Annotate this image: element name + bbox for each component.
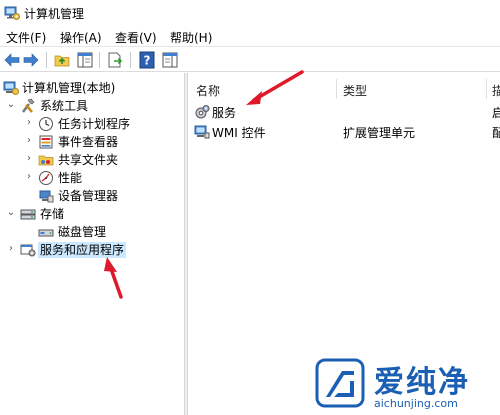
performance-icon [39, 171, 53, 185]
tree-label: 共享文件夹 [58, 153, 119, 167]
toolbar: ? [0, 46, 500, 72]
services-gear-icon [195, 105, 210, 119]
window-title: 计算机管理 [24, 7, 85, 21]
tree-label: 服务和应用程序 [38, 242, 127, 258]
tree-item-device-manager[interactable]: 设备管理器 [0, 187, 184, 205]
toolbar-separator [46, 52, 47, 68]
column-divider[interactable] [336, 79, 337, 99]
export-list-icon[interactable] [106, 51, 124, 69]
tree-item-shared-folders[interactable]: › 共享文件夹 [0, 151, 184, 169]
event-viewer-icon [39, 135, 53, 149]
show-hide-tree-icon[interactable] [76, 51, 94, 69]
list-item-description: 启 [492, 106, 500, 120]
tree-item-performance[interactable]: › 性能 [0, 169, 184, 187]
tree-label: 磁盘管理 [58, 225, 107, 239]
tree-item-disk-management[interactable]: 磁盘管理 [0, 223, 184, 241]
watermark-logo-icon [315, 358, 365, 408]
tree-label: 存储 [40, 207, 65, 221]
wmi-control-icon [194, 125, 210, 139]
chevron-right-icon[interactable]: › [24, 134, 34, 148]
list-item-type: 扩展管理单元 [343, 126, 416, 140]
tree-label: 系统工具 [40, 99, 89, 113]
menu-view[interactable]: 查看(V) [115, 29, 157, 46]
menu-action[interactable]: 操作(A) [60, 29, 102, 46]
chevron-right-icon[interactable]: › [24, 152, 34, 166]
list-item-name: WMI 控件 [212, 126, 266, 140]
menu-bar: 文件(F) 操作(A) 查看(V) 帮助(H) [0, 26, 500, 46]
tree-label: 计算机管理(本地) [22, 81, 116, 95]
tree-item-storage[interactable]: ⌄ 存储 [0, 205, 184, 223]
disk-management-icon [38, 229, 54, 237]
watermark-logo-text: 爱纯净 [374, 365, 470, 400]
column-header-description[interactable]: 描 [492, 82, 500, 99]
list-item-description: 配 [492, 126, 500, 140]
tree-label: 任务计划程序 [58, 117, 131, 131]
computer-management-icon [3, 81, 19, 95]
help-icon[interactable]: ? [138, 51, 156, 69]
watermark-url: aichunjing.com [374, 397, 458, 410]
toolbar-separator [99, 52, 100, 68]
chevron-right-icon[interactable]: › [6, 242, 16, 256]
column-header-type[interactable]: 类型 [343, 82, 367, 99]
services-applications-icon [20, 244, 36, 257]
device-manager-icon [39, 190, 54, 203]
tree-item-computer-management[interactable]: 计算机管理(本地) [0, 79, 184, 97]
tree-label: 性能 [58, 171, 83, 185]
list-item-services[interactable]: 服务 启 [188, 103, 500, 121]
tree-label: 事件查看器 [58, 135, 119, 149]
menu-help[interactable]: 帮助(H) [170, 29, 212, 46]
tree-item-task-scheduler[interactable]: › 任务计划程序 [0, 115, 184, 133]
tree-item-services-and-applications[interactable]: › 服务和应用程序 [0, 241, 184, 259]
computer-management-icon [4, 6, 20, 20]
clock-icon [39, 117, 53, 131]
column-header-name[interactable]: 名称 [196, 82, 220, 99]
back-icon[interactable] [3, 51, 21, 69]
menu-file[interactable]: 文件(F) [6, 29, 46, 46]
chevron-down-icon[interactable]: ⌄ [6, 98, 16, 112]
list-item-wmi-control[interactable]: WMI 控件 扩展管理单元 配 [188, 123, 500, 141]
watermark: 爱纯净 aichunjing.com [306, 355, 500, 415]
chevron-right-icon[interactable]: › [24, 116, 34, 130]
tree-item-system-tools[interactable]: ⌄ 系统工具 [0, 97, 184, 115]
forward-icon[interactable] [22, 51, 40, 69]
action-pane-icon[interactable] [161, 51, 179, 69]
storage-icon [20, 209, 36, 220]
svg-text:?: ? [144, 54, 151, 68]
shared-folder-icon [38, 155, 54, 166]
tools-icon [22, 98, 35, 113]
tree-label: 设备管理器 [58, 189, 119, 203]
chevron-down-icon[interactable]: ⌄ [6, 206, 16, 220]
tree-item-event-viewer[interactable]: › 事件查看器 [0, 133, 184, 151]
column-divider[interactable] [486, 79, 487, 99]
navigation-tree: 计算机管理(本地) ⌄ 系统工具 › 任务计划程序 › 事件查看器 › 共享文件… [0, 73, 184, 415]
up-folder-icon[interactable] [53, 51, 71, 69]
list-item-name: 服务 [212, 106, 237, 120]
title-bar: 计算机管理 [0, 0, 500, 26]
chevron-right-icon[interactable]: › [24, 170, 34, 184]
toolbar-separator [130, 52, 131, 68]
